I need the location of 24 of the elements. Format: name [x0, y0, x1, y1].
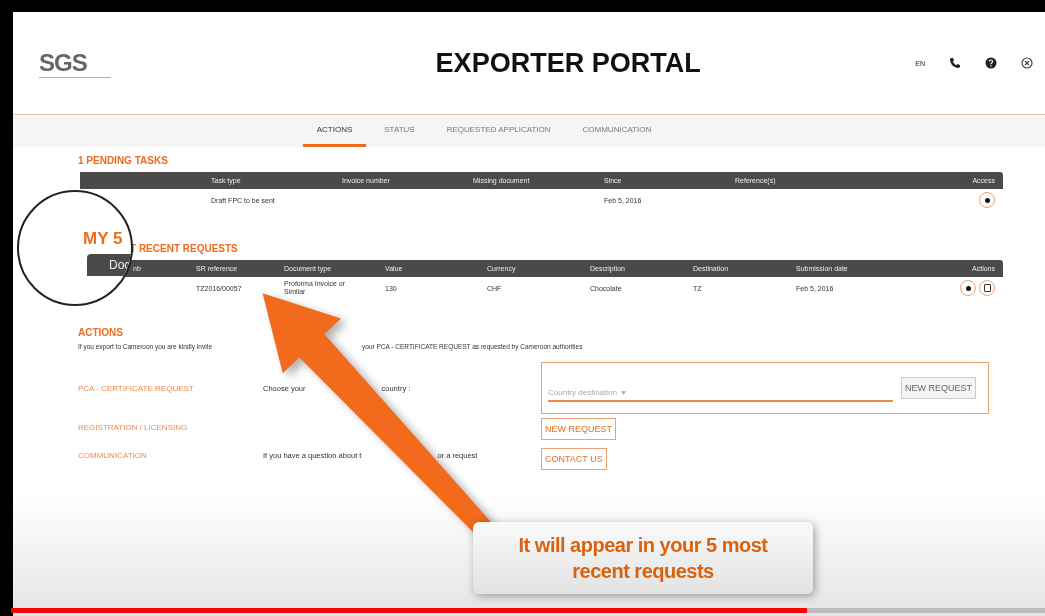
- nav-tab[interactable]: REQUESTED APPLICATION: [432, 115, 565, 147]
- new-request-button[interactable]: NEW REQUEST: [901, 377, 976, 399]
- action-button[interactable]: NEW REQUEST: [541, 418, 616, 440]
- help-icon[interactable]: [985, 57, 997, 69]
- view-button[interactable]: [960, 280, 976, 296]
- caret-icon: [620, 390, 626, 395]
- nav-tab[interactable]: ACTIONS: [302, 115, 367, 147]
- action-button[interactable]: CONTACT US: [541, 448, 607, 470]
- logo: SGS: [39, 48, 111, 78]
- callout-text: It will appear in your 5 most recent requests: [473, 522, 813, 594]
- magnified-heading: MY 5: [83, 229, 123, 249]
- action-label: COMMUNICATION: [78, 450, 148, 460]
- section-title: ACTIONS: [78, 327, 124, 338]
- close-icon[interactable]: [1021, 57, 1033, 69]
- portal-title: EXPORTER PORTAL: [434, 47, 702, 79]
- country-select[interactable]: Country destination: [548, 374, 893, 402]
- action-label: REGISTRATION / LICENSING: [78, 422, 189, 432]
- nav-tab[interactable]: STATUS: [370, 115, 429, 147]
- view-button[interactable]: [979, 192, 995, 208]
- nav-tab[interactable]: COMMUNICATION: [568, 115, 666, 147]
- action-label: PCA - CERTIFICATE REQUEST: [78, 383, 195, 393]
- copy-button[interactable]: [979, 280, 995, 296]
- section-title: 1 PENDING TASKS: [78, 155, 169, 166]
- phone-icon[interactable]: [949, 57, 961, 69]
